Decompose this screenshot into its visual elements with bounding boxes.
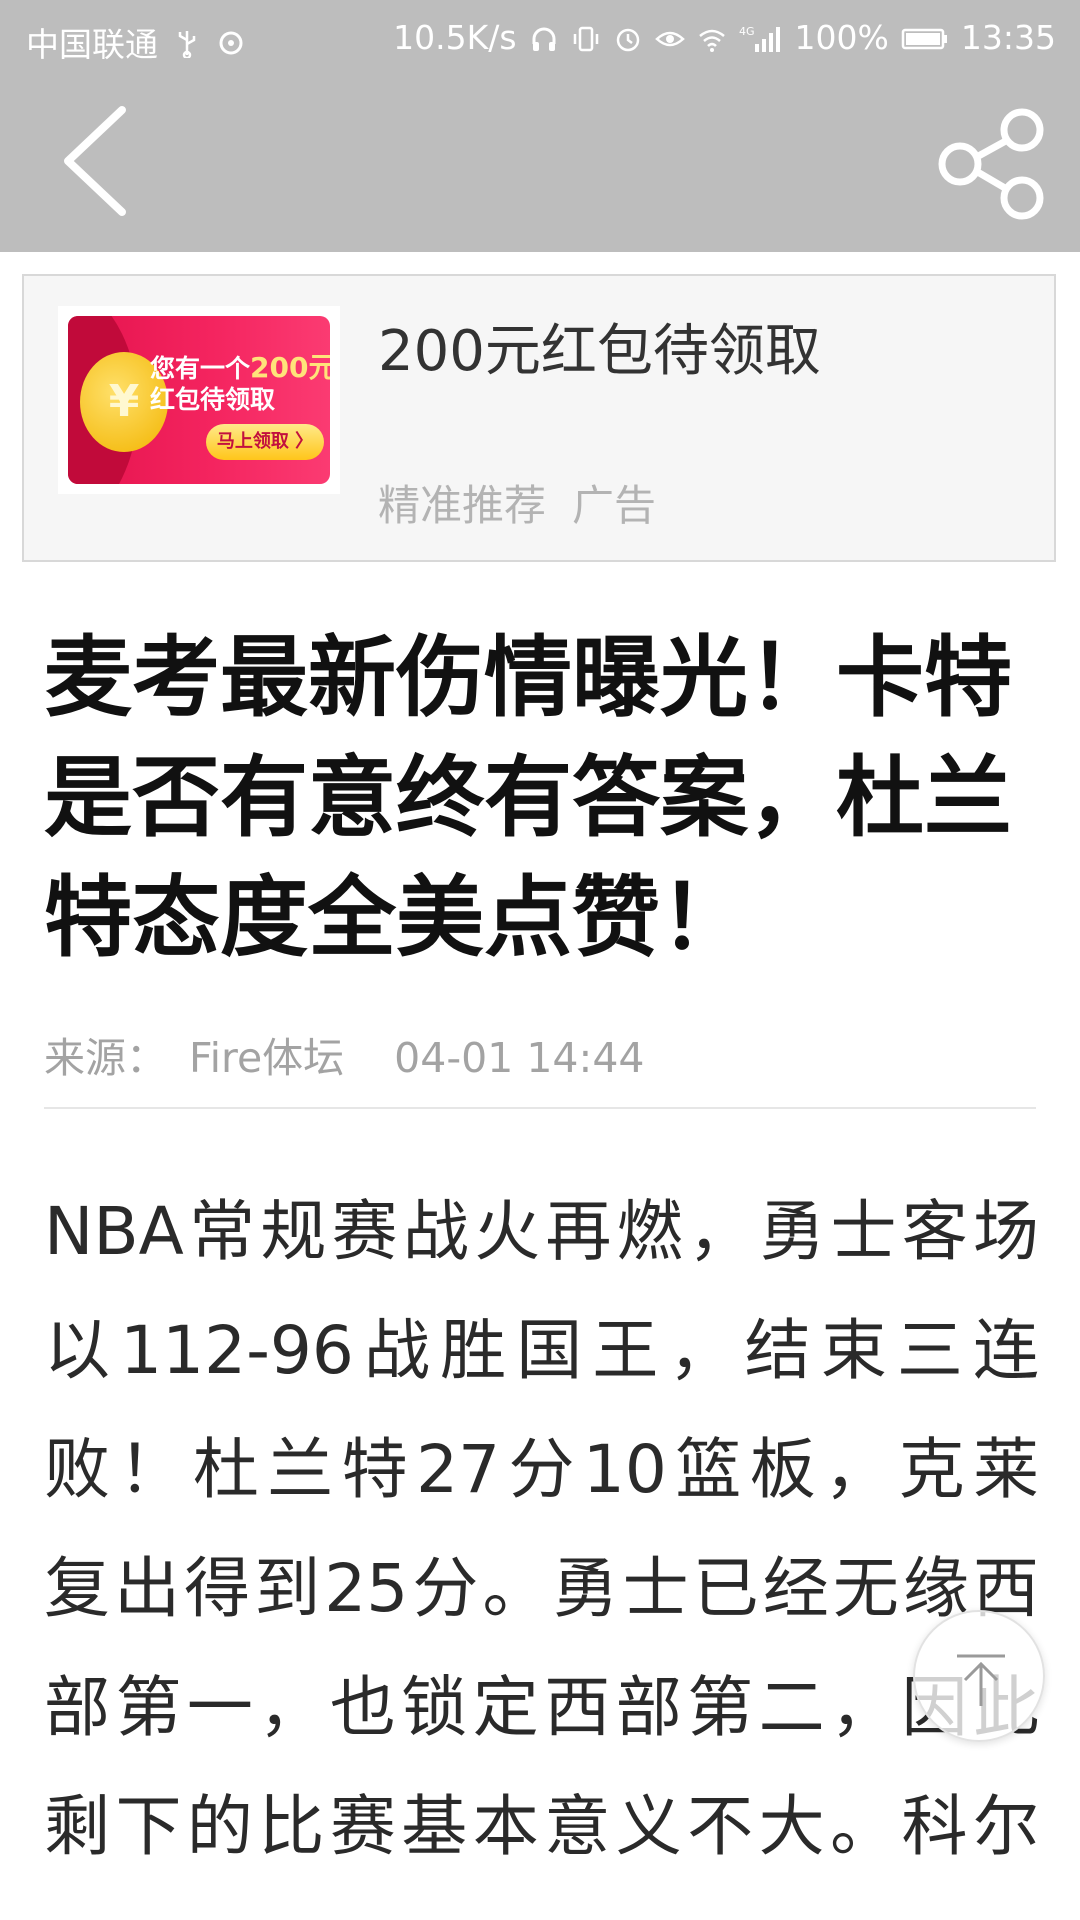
status-bar: 中国联通 10.5K/s 4G 100% 13:35: [0, 0, 1080, 76]
battery-percent: 100%: [794, 18, 889, 57]
status-left: 中国联通: [26, 18, 246, 66]
divider: [44, 1107, 1036, 1109]
share-button[interactable]: [930, 100, 1050, 220]
carrier-label: 中国联通: [26, 25, 158, 64]
red-packet-banner: ¥ 您有一个200元 红包待领取 马上领取 〉: [68, 316, 330, 484]
source-label: 来源：: [44, 1034, 167, 1082]
ad-title: 200元红包待领取: [378, 319, 821, 384]
svg-text:4G: 4G: [739, 25, 755, 38]
ad-tag-ad: 广告: [572, 481, 657, 530]
wifi-icon: [697, 23, 727, 53]
headphones-icon: [529, 23, 559, 53]
article-headline: 麦考最新伤情曝光！卡特是否有意终有答案，杜兰特态度全美点赞！: [44, 626, 1013, 969]
ad-meta: 精准推荐 广告: [378, 472, 656, 533]
body-line: 剩下的比赛基本意义不大。科尔: [44, 1788, 1039, 1865]
status-right: 10.5K/s 4G 100% 13:35: [393, 18, 1056, 57]
battery-icon: [901, 23, 949, 53]
body-line: 以112-96战胜国王，结束三连: [44, 1312, 1039, 1389]
source-name[interactable]: Fire体坛: [189, 1034, 344, 1082]
sync-icon: [216, 27, 246, 57]
usb-icon: [172, 27, 202, 60]
banner-prefix: 您有一个: [150, 354, 251, 383]
body-line: 败！杜兰特27分10篮板，克莱: [44, 1431, 1039, 1508]
signal-4g-icon: 4G: [739, 23, 783, 53]
article-body: NBA常规赛战火再燃，勇士客场 以112-96战胜国王，结束三连 败！杜兰特27…: [44, 1172, 1039, 1886]
body-line: 部第一，也锁定西部第二，因此: [44, 1669, 1039, 1746]
article-meta: 来源： Fire体坛 04-01 14:44: [44, 1024, 645, 1084]
banner-claim-button: 马上领取 〉: [206, 424, 324, 460]
eye-icon: [654, 23, 685, 53]
net-speed: 10.5K/s: [393, 18, 517, 57]
ad-thumbnail: ¥ 您有一个200元 红包待领取 马上领取 〉: [58, 306, 340, 494]
back-button[interactable]: [44, 96, 144, 226]
arrow-up-icon: [957, 1654, 1005, 1706]
body-line: 复出得到25分。勇士已经无缘西: [44, 1550, 1039, 1627]
share-icon: [938, 108, 1044, 220]
top-nav-bar: [0, 76, 1080, 252]
chevron-left-icon: [64, 106, 126, 216]
banner-line2: 红包待领取: [150, 385, 276, 414]
ad-tag-recommend: 精准推荐: [378, 481, 547, 530]
vibrate-icon: [571, 23, 601, 53]
body-line: NBA常规赛战火再燃，勇士客场: [44, 1193, 1039, 1270]
publish-date: 04-01 14:44: [394, 1034, 645, 1082]
alarm-icon: [613, 23, 643, 53]
back-to-top-button[interactable]: [913, 1610, 1045, 1742]
clock: 13:35: [960, 18, 1056, 57]
ad-card[interactable]: ¥ 您有一个200元 红包待领取 马上领取 〉 200元红包待领取 精准推荐 广告: [22, 274, 1056, 562]
